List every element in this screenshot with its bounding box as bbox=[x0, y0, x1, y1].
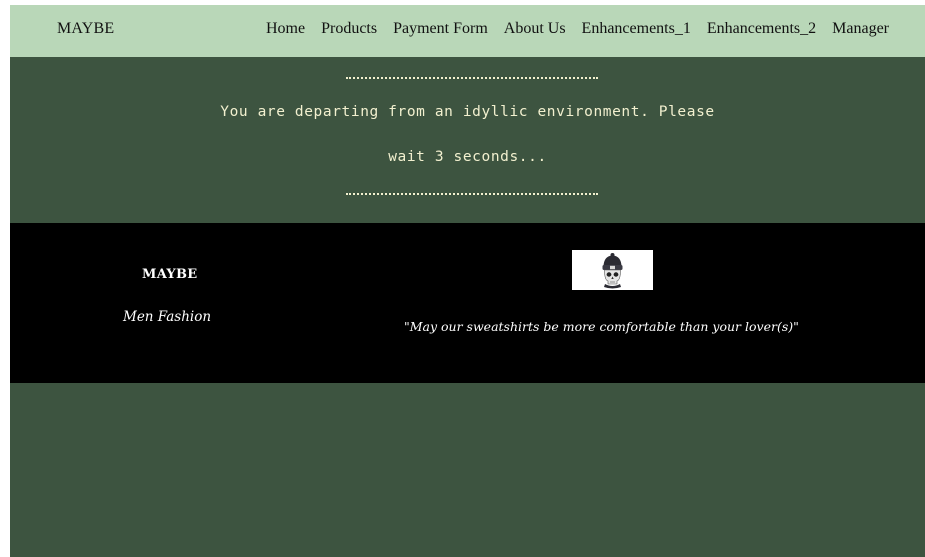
redirect-message-line-2: wait 3 seconds... bbox=[388, 149, 547, 165]
redirect-message-section: You are departing from an idyllic enviro… bbox=[10, 57, 925, 223]
nav-link-home[interactable]: Home bbox=[266, 20, 305, 38]
nav-links: Home Products Payment Form About Us Enha… bbox=[266, 20, 889, 38]
footer-quote: "May our sweatshirts be more comfortable… bbox=[404, 319, 799, 334]
nav-link-enhancements-1[interactable]: Enhancements_1 bbox=[582, 20, 691, 38]
navbar: MAYBE Home Products Payment Form About U… bbox=[10, 5, 925, 57]
dotted-divider-top bbox=[346, 77, 598, 79]
nav-link-about-us[interactable]: About Us bbox=[504, 20, 566, 38]
nav-link-manager[interactable]: Manager bbox=[832, 20, 889, 38]
skull-beanie-logo-icon bbox=[602, 253, 623, 289]
footer-tagline: Men Fashion bbox=[123, 309, 212, 325]
footer-brand: MAYBE bbox=[142, 267, 198, 282]
nav-link-enhancements-2[interactable]: Enhancements_2 bbox=[707, 20, 816, 38]
page: MAYBE Home Products Payment Form About U… bbox=[10, 5, 925, 557]
footer: MAYBE Men Fashion "May our sweatshirts b… bbox=[10, 223, 925, 383]
nav-brand[interactable]: MAYBE bbox=[57, 20, 114, 38]
nav-link-payment-form[interactable]: Payment Form bbox=[393, 20, 488, 38]
nav-link-products[interactable]: Products bbox=[321, 20, 377, 38]
redirect-message-line-1: You are departing from an idyllic enviro… bbox=[220, 104, 715, 120]
dotted-divider-bottom bbox=[346, 193, 598, 195]
footer-logo bbox=[572, 250, 653, 290]
